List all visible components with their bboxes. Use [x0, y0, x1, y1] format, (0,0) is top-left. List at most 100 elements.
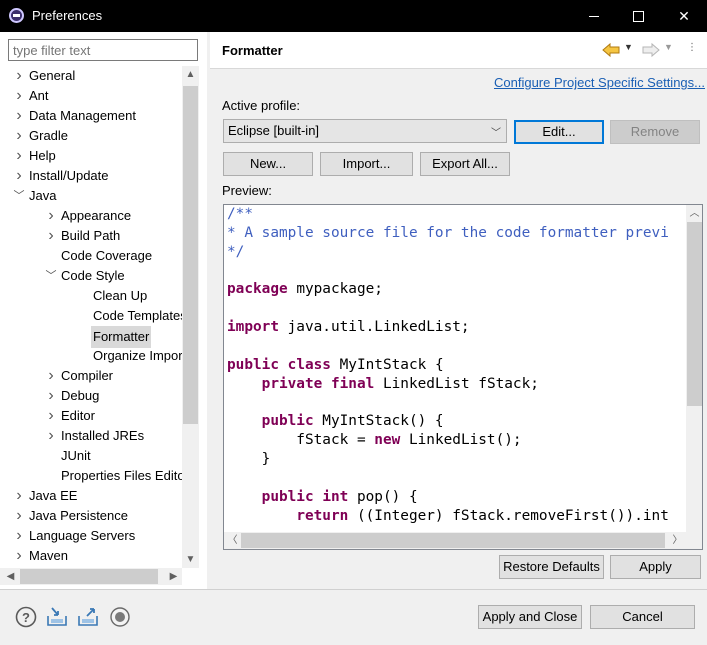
record-icon[interactable] — [109, 606, 131, 628]
scroll-right-arrow-icon[interactable]: ▶ — [165, 568, 182, 585]
code-text: mypackage; — [287, 281, 383, 298]
chevron-right-icon[interactable]: › — [13, 86, 25, 106]
import-profile-button[interactable]: Import... — [320, 152, 413, 176]
tree-item-label: Properties Files Editor — [61, 468, 182, 483]
export-icon[interactable] — [77, 606, 99, 628]
scroll-up-arrow-icon[interactable]: ▲ — [182, 66, 199, 83]
restore-defaults-button[interactable]: Restore Defaults — [499, 555, 604, 579]
tree-item-label: Language Servers — [29, 528, 136, 543]
chevron-right-icon[interactable]: › — [45, 226, 57, 246]
filter-input[interactable] — [8, 39, 198, 61]
cancel-button[interactable]: Cancel — [590, 605, 695, 629]
chevron-right-icon[interactable]: › — [13, 66, 25, 86]
svg-text:?: ? — [22, 610, 30, 625]
chevron-right-icon[interactable]: › — [45, 406, 57, 426]
apply-button[interactable]: Apply — [610, 555, 701, 579]
preference-tree: › General › Ant › Data Management › Gradle › Help… — [0, 66, 183, 568]
code-keyword: public — [227, 356, 279, 373]
apply-and-close-button[interactable]: Apply and Close — [478, 605, 582, 629]
scroll-down-arrow-icon[interactable]: ▼ — [182, 551, 199, 568]
tree-vertical-scrollbar[interactable]: ▲ ▼ — [182, 66, 199, 568]
eclipse-icon — [9, 8, 24, 23]
tree-item-label: Editor — [61, 408, 95, 423]
chevron-right-icon[interactable]: › — [45, 206, 57, 226]
back-dropdown-icon[interactable]: ▼ — [624, 42, 633, 52]
tree-item-label: Ant — [29, 88, 49, 103]
tree-item-label: Install/Update — [29, 168, 109, 183]
edit-button[interactable]: Edit... — [514, 120, 604, 144]
code-line: public class MyIntStack { — [227, 356, 686, 375]
scroll-left-arrow-icon[interactable]: ◀ — [2, 568, 19, 585]
code-text: } — [227, 450, 271, 467]
code-text: ((Integer) fStack.removeFirst()).int — [348, 507, 669, 524]
tree-item-label: Help — [29, 148, 56, 163]
code-text: fStack = — [227, 432, 375, 449]
code-line: fStack = new LinkedList(); — [227, 431, 686, 450]
chevron-right-icon[interactable]: › — [45, 426, 57, 446]
chevron-right-icon[interactable]: › — [13, 146, 25, 166]
profile-combo-value: Eclipse [built-in] — [228, 123, 320, 138]
maximize-button[interactable] — [616, 0, 660, 32]
forward-dropdown-icon[interactable]: ▼ — [664, 42, 673, 52]
tree-item-label: Organize Imports — [93, 348, 182, 363]
back-arrow-icon[interactable] — [602, 42, 620, 58]
scroll-thumb[interactable] — [183, 86, 198, 424]
minimize-button[interactable] — [572, 0, 616, 32]
code-line: /** — [227, 205, 686, 224]
chevron-down-icon[interactable]: ﹀ — [45, 266, 57, 286]
code-keyword: return — [296, 507, 349, 524]
tree-item-label: Clean Up — [93, 288, 148, 303]
chevron-right-icon[interactable]: › — [13, 126, 25, 146]
window-title: Preferences — [32, 8, 103, 23]
scroll-right-arrow-icon[interactable]: 〉 — [669, 532, 686, 549]
dialog-button-bar: ? Apply and Close Cancel — [0, 590, 707, 645]
forward-arrow-icon[interactable] — [642, 42, 660, 58]
chevron-right-icon[interactable]: › — [13, 486, 25, 506]
preview-vertical-scrollbar[interactable]: ︿ — [686, 205, 702, 532]
chevron-down-icon[interactable]: ﹀ — [13, 186, 25, 206]
formatter-page: Formatter ▼ ▼ ⋮ Configure Project Specif… — [210, 32, 707, 589]
code-keyword: public — [261, 488, 314, 505]
code-keyword: public — [261, 413, 314, 430]
new-profile-button[interactable]: New... — [223, 152, 313, 176]
remove-button[interactable]: Remove — [610, 120, 700, 144]
scroll-thumb[interactable] — [241, 533, 665, 548]
code-text: LinkedList fStack; — [374, 375, 539, 392]
help-icon[interactable]: ? — [15, 606, 37, 628]
code-line: public int pop() { — [227, 488, 686, 507]
scroll-thumb[interactable] — [687, 222, 702, 406]
tree-item-label: Debug — [61, 388, 100, 403]
tree-item-label: Appearance — [61, 208, 132, 223]
chevron-right-icon[interactable]: › — [13, 526, 25, 546]
code-preview-text: /** * A sample source file for the code f… — [227, 205, 686, 531]
preview-horizontal-scrollbar[interactable]: 〈 〉 — [224, 532, 686, 549]
export-all-button[interactable]: Export All... — [420, 152, 510, 176]
import-icon[interactable] — [46, 606, 68, 628]
view-menu-icon[interactable]: ⋮ — [687, 42, 697, 53]
chevron-right-icon[interactable]: › — [13, 546, 25, 566]
chevron-right-icon[interactable]: › — [13, 166, 25, 186]
chevron-right-icon[interactable]: › — [45, 366, 57, 386]
chevron-right-icon[interactable]: › — [13, 106, 25, 126]
code-keyword: private — [261, 375, 323, 392]
chevron-right-icon[interactable]: › — [13, 506, 25, 526]
title-bar: Preferences ✕ — [0, 0, 707, 32]
code-line: */ — [227, 243, 686, 262]
tree-item-label: Java EE — [29, 488, 78, 503]
code-preview[interactable]: /** * A sample source file for the code f… — [223, 204, 703, 550]
scroll-thumb[interactable] — [20, 569, 158, 584]
scroll-up-arrow-icon[interactable]: ︿ — [686, 205, 702, 222]
tree-horizontal-scrollbar[interactable]: ◀ ▶ — [0, 568, 182, 585]
close-button[interactable]: ✕ — [662, 0, 706, 32]
configure-project-settings-link[interactable]: Configure Project Specific Settings... — [494, 75, 705, 90]
profile-combo[interactable]: Eclipse [built-in] ﹀ — [223, 119, 507, 143]
chevron-right-icon[interactable]: › — [45, 386, 57, 406]
scroll-left-arrow-icon[interactable]: 〈 — [224, 532, 241, 549]
tree-item-label: Java — [29, 188, 57, 203]
